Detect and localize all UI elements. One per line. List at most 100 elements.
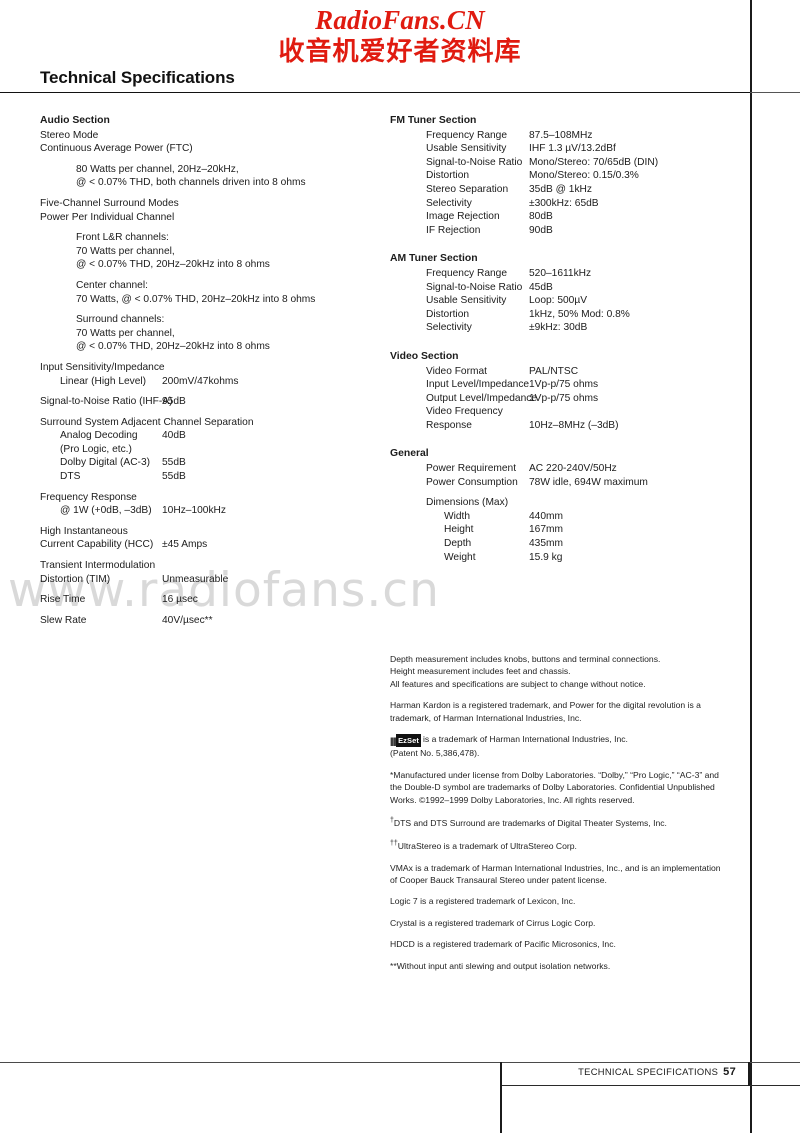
spec-value: AC 220-240V/50Hz (529, 463, 617, 475)
spec-label: Output Level/Impedance (426, 392, 538, 404)
spec-value: 1Vp-p/75 ohms (529, 379, 599, 391)
dimensions-label: Dimensions (Max) (426, 497, 509, 509)
spec-row-am-distortion: Distortion 1kHz, 50% Mod: 0.8% (390, 308, 735, 322)
spec-row-snr-ihf-a: Signal-to-Noise Ratio (IHF-A) 95dB (40, 395, 370, 409)
ezset-logo-label: EzSet (396, 734, 422, 748)
spec-row-fm-selectivity: Selectivity ±300kHz: 65dB (390, 197, 735, 211)
spec-value: IHF 1.3 µV/13.2dBf (529, 143, 616, 155)
spec-value: 78W idle, 694W maximum (529, 476, 648, 488)
page-title: Technical Specifications (40, 68, 235, 87)
spec-value: ±9kHz: 30dB (529, 322, 588, 334)
front-channel-name: Front L&R channels: (76, 232, 169, 244)
spec-label: Usable Sensitivity (426, 143, 507, 155)
note-logic7-trademark: Logic 7 is a registered trademark of Lex… (390, 896, 576, 907)
spec-label: Signal-to-Noise Ratio (426, 156, 523, 168)
spec-row-power-consumption: Power Consumption 78W idle, 694W maximum (390, 476, 735, 490)
spec-label: Current Capability (HCC) (40, 539, 154, 551)
spec-row-tim: Distortion (TIM) Unmeasurable (40, 573, 370, 587)
spec-value: 200mV/47kohms (162, 375, 239, 387)
spec-label: Video Format (426, 365, 487, 377)
footer-right-vertical-rule (748, 1062, 750, 1086)
spec-row-pro-logic-note: (Pro Logic, etc.) (40, 443, 370, 457)
spec-row-dts: DTS 55dB (40, 470, 370, 484)
note-height-measurement: Height measurement includes feet and cha… (390, 666, 571, 677)
spec-value: 45dB (529, 281, 553, 293)
spec-row-am-usable-sensitivity: Usable Sensitivity Loop: 500µV (390, 294, 735, 308)
surround-channel-name: Surround channels: (76, 314, 165, 326)
spec-row-height: Height 167mm (390, 523, 735, 537)
spec-label: Slew Rate (40, 614, 87, 626)
footer-bottom-rule (500, 1085, 800, 1086)
spec-label: Selectivity (426, 322, 472, 334)
watermark-latin-text: RadioFans.CN (315, 5, 485, 35)
spec-value: PAL/NTSC (529, 365, 579, 377)
spec-label: Linear (High Level) (60, 375, 147, 387)
spec-value: 87.5–108MHz (529, 129, 593, 141)
note-depth-measurement: Depth measurement includes knobs, button… (390, 654, 661, 664)
spec-label: @ 1W (+0dB, –3dB) (60, 505, 152, 517)
stereo-mode-label: Stereo Mode (40, 129, 99, 141)
spec-row-slew-rate: Slew Rate 40V/µsec** (40, 614, 370, 628)
spec-value: Loop: 500µV (529, 295, 587, 307)
spec-value: Mono/Stereo: 70/65dB (DIN) (529, 156, 659, 168)
footnotes-block: Depth measurement includes knobs, button… (390, 653, 730, 981)
note-dts-trademark: †DTS and DTS Surround are trademarks of … (390, 815, 730, 829)
ultrastereo-trademark-text: UltraStereo is a trademark of UltraStere… (397, 841, 577, 852)
ezset-patent-text: (Patent No. 5,386,478). (390, 748, 480, 759)
spec-label: Rise Time (40, 594, 86, 606)
spec-row-weight: Weight 15.9 kg (390, 551, 735, 565)
fm-tuner-section-heading: FM Tuner Section (390, 115, 477, 126)
spec-value: 520–1611kHz (529, 267, 592, 279)
spec-label: Selectivity (426, 197, 472, 209)
power-per-channel-label: Power Per Individual Channel (40, 211, 175, 223)
spec-value: 55dB (162, 457, 186, 469)
spec-row-fm-usable-sensitivity: Usable Sensitivity IHF 1.3 µV/13.2dBf (390, 142, 735, 156)
spec-value: Unmeasurable (162, 573, 229, 585)
right-column: FM Tuner Section Frequency Range 87.5–10… (390, 114, 735, 564)
watermark-cjk-text: 收音机爱好者资料库 (278, 37, 522, 68)
measurement-notes: Depth measurement includes knobs, button… (390, 653, 730, 690)
spec-value: 40dB (162, 430, 186, 442)
footer-page-number: 57 (723, 1066, 736, 1078)
surround-channel-line-2: @ < 0.07% THD, 20Hz–20kHz into 8 ohms (76, 341, 270, 353)
spec-row-rise-time: Rise Time 16 µsec (40, 593, 370, 607)
spec-label: Response (426, 419, 472, 431)
spec-row-depth: Depth 435mm (390, 537, 735, 551)
ezset-trademark-text: is a trademark of Harman International I… (423, 734, 628, 745)
spec-label: Video Frequency (426, 406, 503, 418)
hcc-label-line-1: High Instantaneous (40, 525, 128, 537)
spec-label: Frequency Range (426, 129, 507, 141)
spec-row-video-output-level: Output Level/Impedance 1Vp-p/75 ohms (390, 392, 735, 406)
am-tuner-section-heading: AM Tuner Section (390, 253, 478, 265)
continuous-power-line-1: 80 Watts per channel, 20Hz–20kHz, (76, 163, 239, 175)
spec-value: 90dB (529, 224, 553, 236)
input-sensitivity-label: Input Sensitivity/Impedance (40, 361, 165, 373)
ezset-logo-icon: |||| EzSet (390, 734, 422, 748)
spec-label: IF Rejection (426, 224, 481, 236)
right-margin-horizontal-rule (750, 92, 800, 93)
continuous-power-line-2: @ < 0.07% THD, both channels driven into… (76, 177, 306, 189)
spec-value: ±45 Amps (162, 539, 208, 551)
spec-label: Stereo Separation (426, 183, 509, 195)
spec-value: 35dB @ 1kHz (529, 183, 593, 195)
spec-label: Frequency Range (426, 267, 507, 279)
spec-label: Image Rejection (426, 211, 500, 223)
right-margin-vertical-rule (750, 0, 752, 1133)
footer-top-rule (0, 1062, 800, 1063)
center-channel-name: Center channel: (76, 279, 148, 291)
spec-row-analog-decoding: Analog Decoding 40dB (40, 429, 370, 443)
general-section-heading: General (390, 448, 429, 460)
spec-value: 80dB (529, 211, 553, 223)
surround-channel-line-1: 70 Watts per channel, (76, 327, 175, 339)
spec-row-width: Width 440mm (390, 510, 735, 524)
spec-label: Input Level/Impedance (426, 379, 530, 391)
separation-label: Surround System Adjacent Channel Separat… (40, 416, 254, 428)
spec-row-video-input-level: Input Level/Impedance 1Vp-p/75 ohms (390, 378, 735, 392)
spec-label: Power Consumption (426, 476, 518, 488)
note-ezset-trademark: |||| EzSet is a trademark of Harman Intern… (390, 733, 730, 760)
note-crystal-trademark: Crystal is a registered trademark of Cir… (390, 917, 596, 928)
spec-label: DTS (60, 471, 81, 483)
note-dolby-trademark: *Manufactured under license from Dolby L… (390, 769, 719, 805)
spec-label: Analog Decoding (60, 430, 138, 442)
spec-value: 16 µsec (162, 594, 198, 606)
